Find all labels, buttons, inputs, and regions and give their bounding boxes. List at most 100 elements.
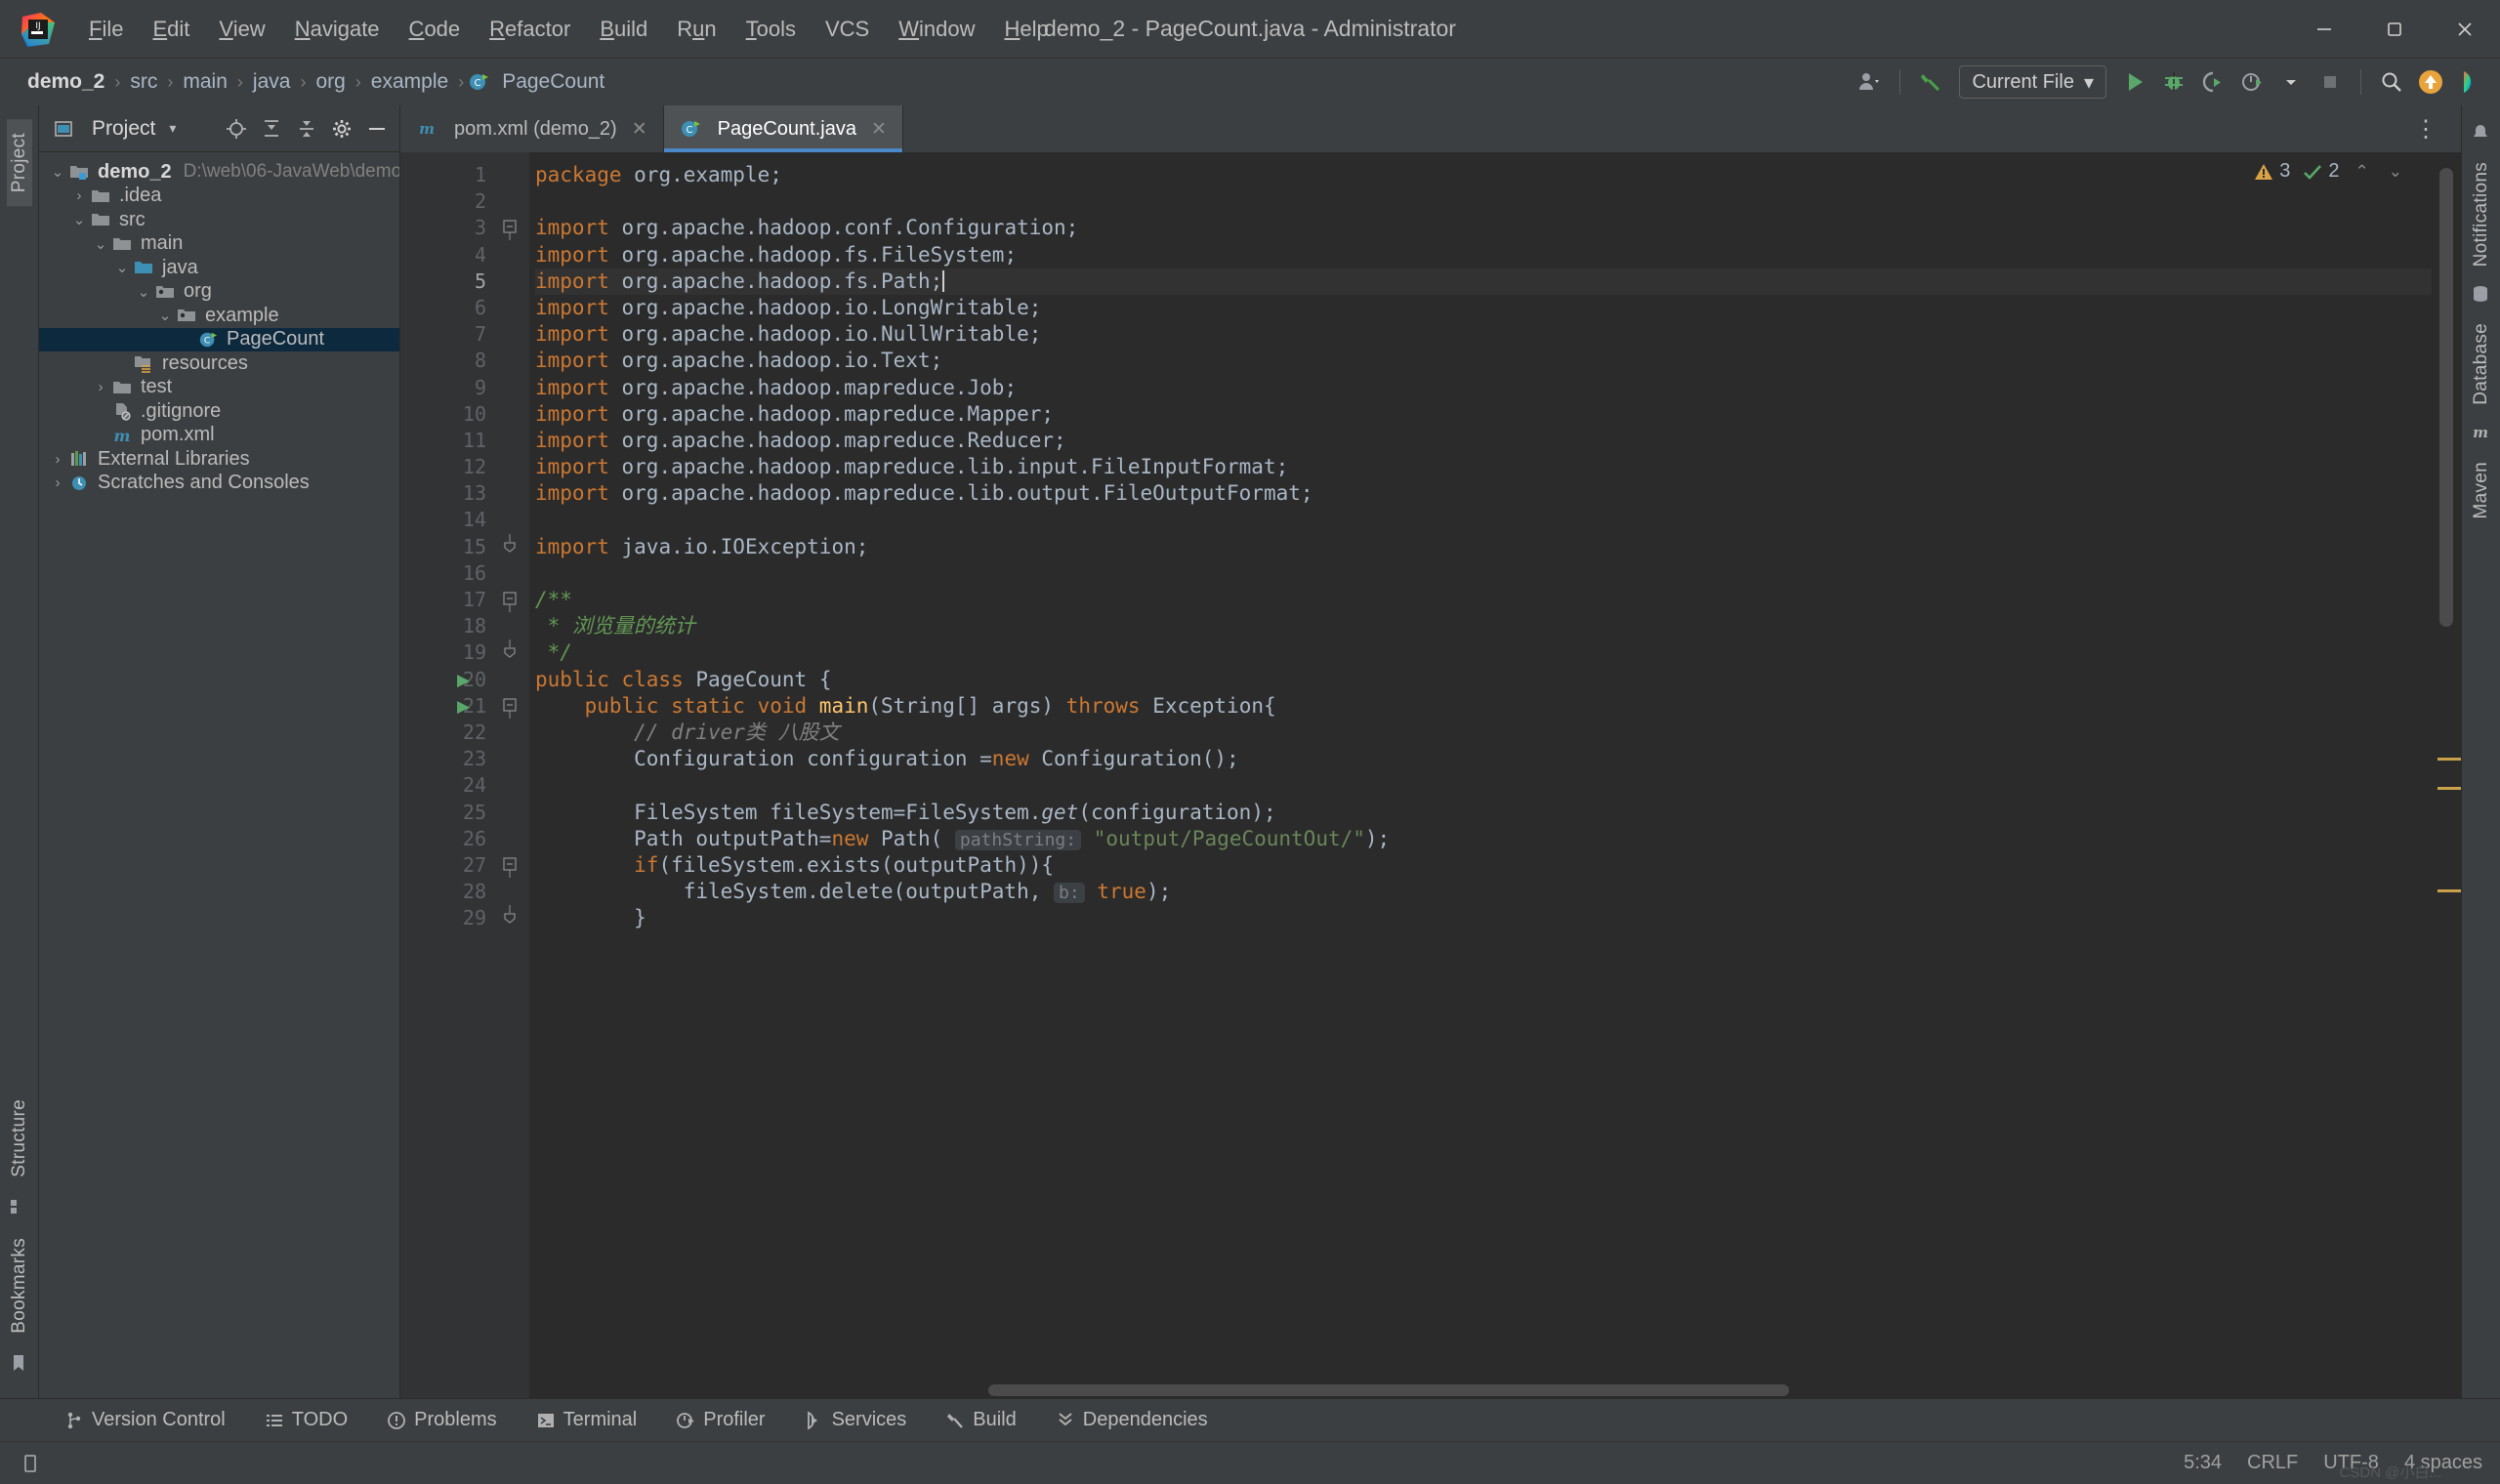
- code-line[interactable]: import org.apache.hadoop.mapreduce.lib.i…: [535, 454, 2461, 480]
- close-icon[interactable]: ✕: [871, 118, 887, 141]
- chevron-right-icon[interactable]: ›: [68, 187, 90, 204]
- chevron-down-icon[interactable]: ⌄: [111, 259, 133, 276]
- code-line[interactable]: }: [535, 905, 2461, 931]
- menu-tools[interactable]: Tools: [731, 11, 811, 48]
- stop-button[interactable]: [2312, 63, 2349, 101]
- memory-indicator-icon[interactable]: [18, 1451, 43, 1476]
- code-editor[interactable]: 1 2 3 4 5 6 7 8 9 10 11 12 13 14 15 16 17 18 19 20 21 22 23 24 2…: [400, 152, 2461, 1398]
- source-code[interactable]: package org.example; import org.apache.h…: [529, 152, 2461, 1398]
- breadcrumb-item-6[interactable]: C PageCount: [468, 67, 610, 97]
- chevron-down-icon[interactable]: ⌄: [68, 211, 90, 228]
- editor-tab-pagecount-java[interactable]: C PageCount.java ✕: [663, 105, 903, 152]
- breadcrumb-item-2[interactable]: main: [177, 67, 233, 97]
- code-line[interactable]: if(fileSystem.exists(outputPath)){: [535, 852, 2461, 879]
- run-gutter-icon[interactable]: ▶: [457, 671, 470, 690]
- code-line[interactable]: import org.apache.hadoop.mapreduce.Reduc…: [535, 428, 2461, 454]
- more-vertical-icon[interactable]: ⋮: [2406, 115, 2447, 144]
- menu-vcs[interactable]: VCS: [811, 11, 884, 48]
- code-line[interactable]: import org.apache.hadoop.io.LongWritable…: [535, 295, 2461, 321]
- expand-all-button[interactable]: [257, 114, 286, 144]
- warning-marker[interactable]: [2438, 758, 2461, 761]
- project-tree[interactable]: ⌄ demo_2 D:\web\06-JavaWeb\demo_2 › .idea ⌄ sr…: [39, 152, 399, 1398]
- menu-run[interactable]: Run: [662, 11, 730, 48]
- warning-count[interactable]: 3: [2253, 160, 2290, 183]
- menu-file[interactable]: File: [74, 11, 138, 48]
- tool-window-button-todo[interactable]: TODO: [259, 1405, 354, 1435]
- inspection-ok-count[interactable]: 2: [2302, 160, 2340, 183]
- fold-marker[interactable]: [498, 587, 529, 613]
- menu-code[interactable]: Code: [395, 11, 476, 48]
- tool-window-button-dependencies[interactable]: Dependencies: [1050, 1405, 1214, 1435]
- tool-window-button-version-control[interactable]: Version Control: [59, 1405, 231, 1435]
- run-with-coverage-button[interactable]: [2194, 63, 2231, 101]
- select-opened-file-button[interactable]: [222, 114, 251, 144]
- editor-tab-pom-xml[interactable]: m pom.xml (demo_2) ✕: [400, 105, 664, 152]
- chevron-down-icon[interactable]: ⌄: [154, 307, 176, 324]
- chevron-up-icon[interactable]: ⌃: [2352, 162, 2373, 182]
- tool-window-button-profiler[interactable]: Profiler: [670, 1405, 771, 1435]
- fold-marker[interactable]: [498, 639, 529, 666]
- code-line[interactable]: import org.apache.hadoop.conf.Configurat…: [535, 215, 2461, 241]
- code-line[interactable]: [535, 188, 2461, 215]
- horizontal-scrollbar[interactable]: [529, 1384, 2420, 1396]
- build-project-button[interactable]: [1912, 63, 1949, 101]
- code-line[interactable]: /**: [535, 587, 2461, 613]
- tree-node-resources[interactable]: resources: [39, 351, 399, 376]
- code-line[interactable]: import java.io.IOException;: [535, 534, 2461, 560]
- fold-marker[interactable]: [498, 852, 529, 879]
- code-line[interactable]: import org.apache.hadoop.io.Text;: [535, 348, 2461, 374]
- sidebar-item-maven[interactable]: Maven: [2469, 450, 2494, 531]
- chevron-down-icon[interactable]: [2272, 63, 2310, 101]
- warning-marker[interactable]: [2438, 889, 2461, 892]
- breadcrumb-item-3[interactable]: java: [247, 67, 297, 97]
- chevron-down-icon[interactable]: ⌄: [90, 235, 111, 253]
- maximize-button[interactable]: [2359, 0, 2430, 59]
- tool-window-button-build[interactable]: Build: [939, 1405, 1021, 1435]
- user-account-button[interactable]: [1851, 63, 1888, 101]
- vertical-scrollbar-thumb[interactable]: [2439, 168, 2453, 627]
- debug-button[interactable]: [2155, 63, 2192, 101]
- code-line[interactable]: import org.apache.hadoop.mapreduce.Mappe…: [535, 401, 2461, 428]
- code-line[interactable]: public class PageCount {: [535, 667, 2461, 693]
- code-line[interactable]: // driver类 八股文: [535, 720, 2461, 746]
- fold-marker[interactable]: [498, 215, 529, 241]
- code-line[interactable]: import org.apache.hadoop.fs.FileSystem;: [535, 242, 2461, 268]
- fold-marker[interactable]: [498, 905, 529, 931]
- minimize-button[interactable]: [2289, 0, 2359, 59]
- code-line[interactable]: [535, 507, 2461, 533]
- code-line[interactable]: fileSystem.delete(outputPath, b: true);: [535, 879, 2461, 905]
- menu-refactor[interactable]: Refactor: [475, 11, 585, 48]
- tree-node-example[interactable]: ⌄ example: [39, 304, 399, 328]
- sidebar-item-structure[interactable]: Structure: [7, 1086, 32, 1191]
- code-folding-gutter[interactable]: ▶ ▶: [457, 152, 529, 1398]
- chevron-right-icon[interactable]: ›: [47, 451, 68, 468]
- code-line[interactable]: import org.apache.hadoop.mapreduce.Job;: [535, 375, 2461, 401]
- code-line[interactable]: Path outputPath=new Path( pathString: "o…: [535, 826, 2461, 852]
- menu-help[interactable]: Help: [990, 11, 1063, 48]
- breadcrumb-item-1[interactable]: src: [124, 67, 163, 97]
- sidebar-item-project[interactable]: Project: [6, 119, 32, 207]
- code-line[interactable]: import org.apache.hadoop.io.NullWritable…: [535, 321, 2461, 348]
- search-everywhere-button[interactable]: [2373, 63, 2410, 101]
- horizontal-scrollbar-thumb[interactable]: [988, 1384, 1789, 1396]
- marker-scrollbar[interactable]: [2432, 152, 2461, 1398]
- tree-node--idea[interactable]: › .idea: [39, 185, 399, 209]
- collapse-all-button[interactable]: [292, 114, 321, 144]
- close-icon[interactable]: ✕: [632, 118, 647, 141]
- tree-node-pagecount[interactable]: C PageCount: [39, 327, 399, 351]
- code-line[interactable]: */: [535, 639, 2461, 666]
- sidebar-item-notifications[interactable]: Notifications: [2469, 150, 2494, 278]
- fold-marker[interactable]: ▶: [457, 693, 529, 720]
- sidebar-item-bookmarks[interactable]: Bookmarks: [7, 1224, 32, 1347]
- ide-assistant-button[interactable]: [2451, 63, 2488, 101]
- tree-node-demo-2[interactable]: ⌄ demo_2 D:\web\06-JavaWeb\demo_2: [39, 160, 399, 185]
- chevron-down-icon[interactable]: ▾: [169, 120, 176, 137]
- chevron-right-icon[interactable]: ›: [47, 474, 68, 491]
- warning-marker[interactable]: [2438, 787, 2461, 790]
- tree-node-scratches-and-consoles[interactable]: › Scratches and Consoles: [39, 472, 399, 496]
- caret-position[interactable]: 5:34: [2184, 1452, 2222, 1474]
- run-gutter-icon[interactable]: ▶: [457, 697, 470, 717]
- code-line[interactable]: [535, 560, 2461, 587]
- tree-node-main[interactable]: ⌄ main: [39, 232, 399, 257]
- chevron-down-icon[interactable]: ⌄: [2385, 162, 2406, 182]
